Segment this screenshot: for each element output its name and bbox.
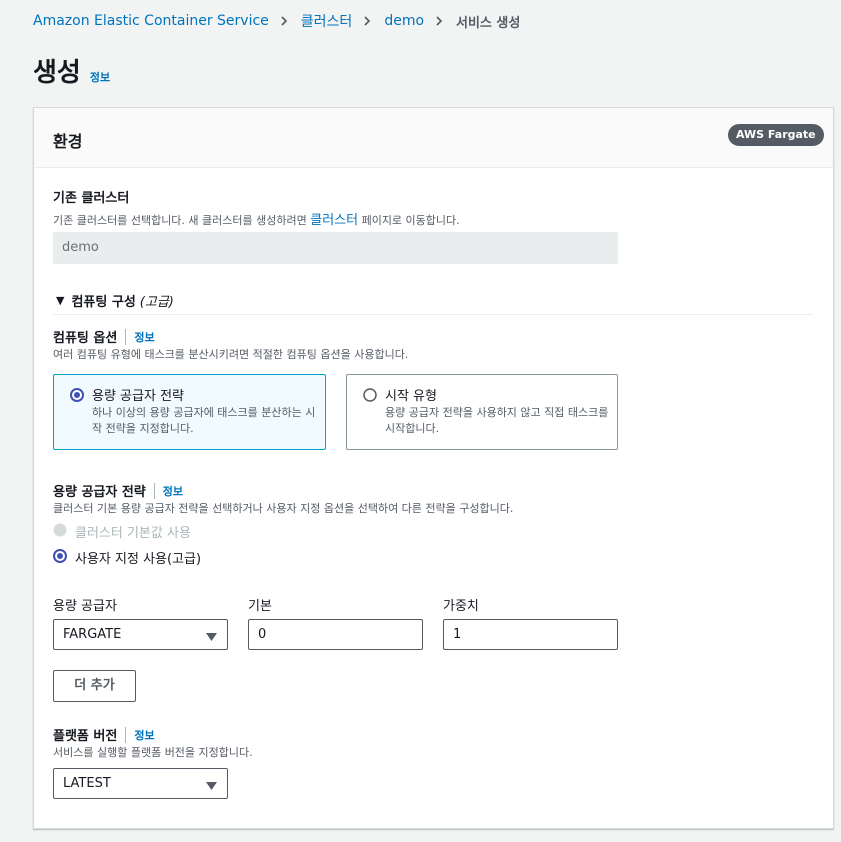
chevron-right-icon xyxy=(362,16,372,26)
tile-launch-type[interactable]: 시작 유형 용량 공급자 전략을 사용하지 않고 직접 태스크를 시작합니다. xyxy=(346,374,618,450)
capacity-strategy-desc: 클러스터 기본 용량 공급자 전략을 선택하거나 사용자 지정 옵션을 선택하여… xyxy=(53,502,514,515)
chevron-right-icon xyxy=(279,16,289,26)
select-value: LATEST xyxy=(63,776,111,791)
caret-down-icon: ▼ xyxy=(56,294,65,307)
compute-config-toggle[interactable]: ▼ 컴퓨팅 구성 (고급) xyxy=(56,291,174,310)
base-column-label: 기본 xyxy=(248,599,272,614)
platform-version-desc: 서비스를 실행할 플랫폼 버전을 지정합니다. xyxy=(53,746,253,759)
panel-title: 환경 xyxy=(53,132,83,151)
divider xyxy=(53,314,813,315)
radio-cluster-default: 클러스터 기본값 사용 xyxy=(53,522,191,541)
provider-column-label: 용량 공급자 xyxy=(53,599,117,614)
breadcrumb-current: 서비스 생성 xyxy=(456,15,521,31)
radio-label: 사용자 지정 사용(고급) xyxy=(75,552,202,567)
existing-cluster-field: demo xyxy=(53,232,618,264)
radio-selected-icon xyxy=(70,387,84,406)
compute-options-label-row: 컴퓨팅 옵션 정보 xyxy=(53,327,155,346)
radio-disabled-icon xyxy=(53,523,67,541)
compute-options-desc: 여러 컴퓨팅 유형에 태스크를 분산시키려면 적절한 컴퓨팅 옵션을 사용합니다… xyxy=(53,348,409,361)
chevron-right-icon xyxy=(434,16,444,26)
radio-label: 클러스터 기본값 사용 xyxy=(75,526,191,541)
existing-cluster-desc-text: 기존 클러스터를 선택합니다. 새 클러스터를 생성하려면 xyxy=(53,214,311,227)
breadcrumb-clusters[interactable]: 클러스터 xyxy=(301,11,353,31)
tile-desc: 용량 공급자 전략을 사용하지 않고 직접 태스크를 시작합니다. xyxy=(385,406,609,435)
capacity-strategy-label-row: 용량 공급자 전략 정보 xyxy=(53,481,183,500)
weight-input[interactable]: 1 xyxy=(443,619,618,650)
base-input[interactable]: 0 xyxy=(248,619,423,650)
radio-unselected-icon xyxy=(363,387,377,406)
radio-custom[interactable]: 사용자 지정 사용(고급) xyxy=(53,548,201,567)
page-title-text: 생성 xyxy=(33,58,81,88)
tile-label: 용량 공급자 전략 xyxy=(92,389,184,404)
clusters-link[interactable]: 클러스터 xyxy=(310,213,358,228)
panel-header: 환경 AWS Fargate xyxy=(34,108,833,168)
tile-desc: 하나 이상의 용량 공급자에 태스크를 분산하는 시작 전략을 지정합니다. xyxy=(92,406,316,435)
capacity-strategy-label: 용량 공급자 전략 xyxy=(53,485,146,500)
existing-cluster-desc-text-after: 페이지로 이동합니다. xyxy=(358,214,460,227)
compute-options-info-link[interactable]: 정보 xyxy=(125,328,155,345)
fargate-badge: AWS Fargate xyxy=(728,124,824,146)
compute-options-label: 컴퓨팅 옵션 xyxy=(53,331,118,346)
existing-cluster-desc: 기존 클러스터를 선택합니다. 새 클러스터를 생성하려면 클러스터 페이지로 … xyxy=(53,209,460,228)
platform-version-label: 플랫폼 버전 xyxy=(53,729,118,744)
select-value: FARGATE xyxy=(63,627,122,642)
caret-down-icon xyxy=(206,631,217,646)
radio-selected-icon xyxy=(53,548,67,567)
page-title: 생성 정보 xyxy=(33,52,110,89)
tile-capacity-provider-strategy[interactable]: 용량 공급자 전략 하나 이상의 용량 공급자에 태스크를 분산하는 시작 전략… xyxy=(53,374,326,450)
breadcrumb-ecs[interactable]: Amazon Elastic Container Service xyxy=(33,13,269,29)
capacity-strategy-info-link[interactable]: 정보 xyxy=(153,482,183,499)
platform-version-select[interactable]: LATEST xyxy=(53,768,228,799)
platform-version-label-row: 플랫폼 버전 정보 xyxy=(53,725,155,744)
platform-version-info-link[interactable]: 정보 xyxy=(125,726,155,743)
page-info-link[interactable]: 정보 xyxy=(90,69,110,85)
tile-label: 시작 유형 xyxy=(385,389,437,404)
compute-config-suffix: (고급) xyxy=(139,295,174,310)
weight-column-label: 가중치 xyxy=(443,599,479,614)
breadcrumb-demo[interactable]: demo xyxy=(384,13,424,29)
caret-down-icon xyxy=(206,780,217,795)
existing-cluster-label: 기존 클러스터 xyxy=(53,191,130,206)
add-more-button[interactable]: 더 추가 xyxy=(53,670,136,702)
capacity-provider-select[interactable]: FARGATE xyxy=(53,619,228,650)
breadcrumb: Amazon Elastic Container Service 클러스터 de… xyxy=(33,11,520,31)
compute-config-heading: 컴퓨팅 구성 xyxy=(71,295,136,310)
